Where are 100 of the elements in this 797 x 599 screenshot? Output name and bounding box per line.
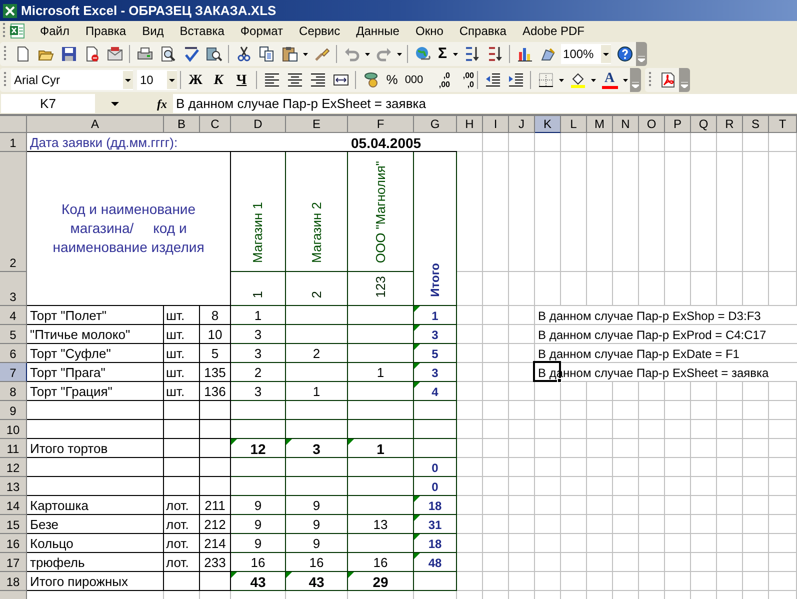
insert-function-button[interactable]: fx [157, 94, 173, 112]
row-header[interactable]: 9 [0, 401, 27, 420]
caret-icon[interactable] [365, 52, 370, 56]
row-header[interactable]: 18 [0, 572, 27, 591]
row-header[interactable]: 5 [0, 325, 27, 344]
column-header[interactable]: K [535, 116, 561, 133]
save-icon[interactable] [60, 46, 76, 62]
row-header[interactable]: 15 [0, 515, 27, 534]
row-header[interactable]: 4 [0, 306, 27, 325]
merge-center-icon[interactable] [332, 72, 348, 88]
fill-color-icon[interactable] [570, 72, 586, 88]
menu-item[interactable]: Данные [348, 22, 408, 40]
column-header[interactable]: L [561, 116, 587, 133]
drawing-tools-icon[interactable] [540, 46, 556, 62]
toolbar-grip-icon[interactable] [4, 71, 7, 89]
row-header[interactable]: 1 [0, 133, 27, 152]
help-icon[interactable] [616, 46, 633, 62]
column-header[interactable]: R [717, 116, 743, 133]
print-preview-icon[interactable] [160, 46, 176, 62]
zoom-field[interactable]: 100% [561, 44, 612, 64]
column-header[interactable]: P [665, 116, 691, 133]
paintbrush-icon[interactable] [314, 46, 330, 62]
align-right-icon[interactable] [310, 72, 326, 88]
increase-decimal-button[interactable]: ,0 ,00 [426, 69, 450, 91]
menu-item[interactable]: Adobe PDF [514, 22, 592, 40]
caret-icon[interactable] [397, 52, 402, 56]
toolbar-options-icon[interactable] [681, 82, 688, 88]
borders-icon[interactable] [538, 72, 554, 88]
row-header[interactable]: 16 [0, 534, 27, 553]
row-header[interactable]: 13 [0, 477, 27, 496]
column-header[interactable]: H [457, 116, 483, 133]
italic-button[interactable]: К [207, 70, 230, 90]
sort-ascending-icon[interactable] [464, 46, 480, 62]
scissors-icon[interactable] [236, 46, 252, 62]
paste-icon[interactable] [282, 46, 298, 62]
new-document-icon[interactable] [14, 46, 30, 62]
undo-icon[interactable] [344, 46, 360, 62]
bold-button[interactable]: Ж [184, 70, 207, 90]
column-header[interactable]: M [587, 116, 613, 133]
column-header[interactable]: O [639, 116, 665, 133]
row-header[interactable]: 3 [0, 272, 27, 306]
dropdown-arrow-icon[interactable] [111, 102, 119, 106]
align-left-icon[interactable] [264, 72, 280, 88]
font-color-button[interactable]: A [598, 69, 621, 91]
row-header[interactable]: 10 [0, 420, 27, 439]
menu-item[interactable]: Справка [451, 22, 514, 40]
column-header[interactable]: S [743, 116, 769, 133]
row-header[interactable]: 2 [0, 152, 27, 272]
caret-icon[interactable] [591, 78, 596, 82]
spell-check-icon[interactable] [182, 46, 198, 62]
row-header[interactable]: 7 [0, 363, 27, 382]
row-header[interactable]: 8 [0, 382, 27, 401]
toolbar-grip-icon[interactable] [4, 45, 7, 63]
sort-descending-icon[interactable] [486, 46, 503, 62]
thousands-separator-button[interactable]: 000 [402, 72, 426, 88]
autosum-button[interactable]: Σ [434, 42, 452, 66]
email-icon[interactable] [106, 46, 122, 62]
increase-indent-icon[interactable] [508, 72, 524, 88]
formula-field[interactable]: В данном случае Пар-р ExSheet = заявка [173, 94, 797, 113]
column-header[interactable]: D [231, 116, 286, 133]
currency-icon[interactable] [362, 72, 378, 88]
toolbar-options-icon[interactable] [632, 82, 639, 88]
column-header[interactable]: B [164, 116, 200, 133]
select-all-corner[interactable] [0, 116, 27, 133]
toolbar-options-icon[interactable] [638, 56, 646, 62]
decrease-decimal-button[interactable]: ,00 ,0 [450, 69, 474, 91]
printer-icon[interactable] [136, 46, 152, 62]
decrease-indent-icon[interactable] [484, 72, 500, 88]
toolbar-grip-icon[interactable] [649, 71, 652, 89]
bar-chart-icon[interactable] [516, 46, 533, 62]
name-box[interactable]: K7 [1, 94, 95, 113]
column-header[interactable]: J [509, 116, 535, 133]
menu-item[interactable]: Файл [32, 22, 78, 40]
menu-item[interactable]: Формат [232, 22, 292, 40]
column-header[interactable]: G [414, 116, 457, 133]
column-header[interactable]: Q [691, 116, 717, 133]
row-header[interactable]: 6 [0, 344, 27, 363]
permission-icon[interactable] [84, 46, 100, 62]
column-header[interactable]: I [483, 116, 509, 133]
column-header[interactable]: A [27, 116, 164, 133]
globe-link-icon[interactable] [414, 46, 430, 62]
row-header[interactable]: 11 [0, 439, 27, 458]
research-icon[interactable] [206, 46, 222, 62]
column-header[interactable]: C [200, 116, 231, 133]
row-header[interactable]: 14 [0, 496, 27, 515]
copy-icon[interactable] [258, 46, 274, 62]
percent-button[interactable]: % [382, 70, 402, 90]
font-size-field[interactable]: 10 [137, 70, 177, 90]
column-header[interactable]: T [769, 116, 797, 133]
column-header[interactable]: N [613, 116, 639, 133]
row-header[interactable]: 12 [0, 458, 27, 477]
caret-icon[interactable] [303, 52, 308, 56]
toolbar-grip-icon[interactable] [3, 22, 6, 40]
column-header[interactable]: E [286, 116, 348, 133]
row-header[interactable]: 17 [0, 553, 27, 572]
menu-item[interactable]: Окно [407, 22, 452, 40]
workbook-icon[interactable] [10, 23, 26, 39]
menu-item[interactable]: Правка [78, 22, 134, 40]
align-center-icon[interactable] [286, 72, 302, 88]
caret-icon[interactable] [623, 78, 628, 82]
